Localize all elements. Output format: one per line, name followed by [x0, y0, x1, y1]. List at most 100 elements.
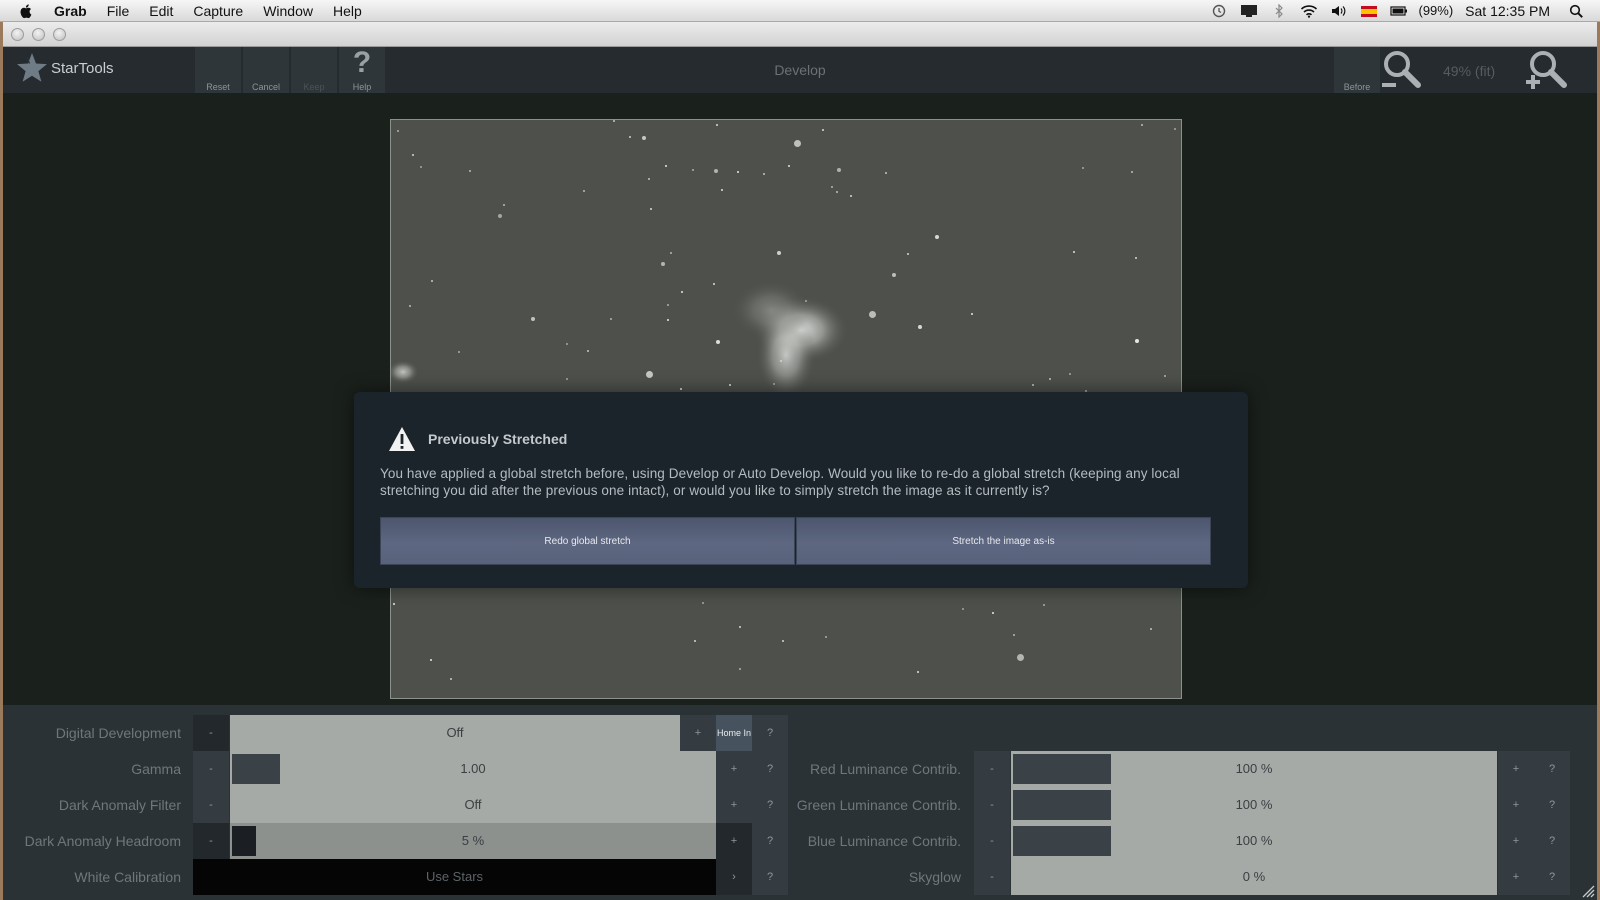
param-label: Dark Anomaly Headroom	[24, 833, 181, 849]
volume-icon[interactable]	[1330, 4, 1348, 18]
help-question-button[interactable]: ?	[1534, 751, 1570, 787]
spotlight-search-icon[interactable]	[1568, 4, 1586, 18]
param-dark-anomaly-headroom: Dark Anomaly Headroom - 5 % + ?	[3, 823, 793, 859]
stretch-as-is-button[interactable]: Stretch the image as-is	[796, 517, 1211, 565]
star-point	[782, 640, 784, 642]
star-point	[613, 120, 615, 122]
param-green-luminance: Green Luminance Contrib. - 100 % + ?	[793, 787, 1597, 823]
keep-button[interactable]: Keep	[291, 47, 337, 93]
zoom-in-icon[interactable]	[1523, 49, 1567, 91]
star-point	[794, 140, 801, 147]
star-point	[739, 626, 741, 628]
help-question-button[interactable]: ?	[752, 859, 788, 895]
menu-grab[interactable]: Grab	[44, 0, 97, 22]
increment-button[interactable]: +	[716, 823, 752, 859]
digital-development-slider[interactable]: Off	[230, 715, 680, 751]
star-point	[716, 340, 720, 344]
increment-button[interactable]: +	[716, 787, 752, 823]
param-label: Green Luminance Contrib.	[796, 797, 961, 813]
decrement-button[interactable]: -	[193, 715, 229, 751]
blue-luminance-slider[interactable]: 100 %	[1011, 823, 1497, 859]
param-value: 100 %	[1235, 833, 1273, 848]
help-question-button[interactable]: ?	[1534, 859, 1570, 895]
dark-anomaly-filter-slider[interactable]: Off	[230, 787, 716, 823]
help-question-button[interactable]: ?	[1534, 787, 1570, 823]
param-value: Off	[446, 725, 464, 740]
help-question-button[interactable]: ?	[1534, 823, 1570, 859]
before-button[interactable]: Before	[1334, 47, 1380, 93]
menu-file[interactable]: File	[97, 0, 140, 22]
minimize-window-button[interactable]	[32, 27, 45, 41]
home-in-button[interactable]: Home In	[716, 715, 752, 751]
decrement-button[interactable]: -	[193, 823, 229, 859]
star-point	[788, 165, 790, 167]
menu-help[interactable]: Help	[323, 0, 372, 22]
red-luminance-slider[interactable]: 100 %	[1011, 751, 1497, 787]
help-question-button[interactable]: ?	[752, 715, 788, 751]
decrement-button[interactable]: -	[193, 787, 229, 823]
menu-bar: Grab File Edit Capture Window Help (99%)…	[0, 0, 1600, 22]
battery-icon[interactable]	[1390, 4, 1408, 18]
bluetooth-icon[interactable]	[1270, 3, 1288, 18]
increment-button[interactable]: +	[680, 715, 716, 751]
redo-global-stretch-button[interactable]: Redo global stretch	[380, 517, 795, 565]
app-window: StarTools Reset Cancel Keep ? Help Devel…	[3, 22, 1597, 900]
increment-button[interactable]: +	[1498, 823, 1534, 859]
star-point	[917, 671, 919, 673]
star-point	[1017, 654, 1024, 661]
zoom-out-icon[interactable]	[1380, 49, 1424, 91]
cancel-button[interactable]: Cancel	[243, 47, 289, 93]
resize-grip-icon[interactable]	[1581, 884, 1595, 898]
decrement-button[interactable]: -	[193, 751, 229, 787]
menu-edit[interactable]: Edit	[139, 0, 183, 22]
reset-button[interactable]: Reset	[195, 47, 241, 93]
star-point	[566, 343, 568, 345]
wifi-icon[interactable]	[1300, 4, 1318, 18]
increment-button[interactable]: +	[1498, 751, 1534, 787]
increment-button[interactable]: +	[716, 751, 752, 787]
param-skyglow: Skyglow - 0 % + ?	[793, 859, 1597, 895]
decrement-button[interactable]: -	[974, 787, 1010, 823]
apple-icon[interactable]	[18, 3, 34, 19]
decrement-button[interactable]: -	[974, 751, 1010, 787]
dark-anomaly-headroom-slider[interactable]: 5 %	[230, 823, 716, 859]
parameters-panel: Digital Development - Off + Home In ? Ga…	[3, 705, 1597, 900]
star-point	[1043, 604, 1045, 606]
next-option-button[interactable]: ›	[716, 859, 752, 895]
display-icon[interactable]	[1240, 4, 1258, 18]
menu-window[interactable]: Window	[253, 0, 323, 22]
help-question-button[interactable]: ?	[752, 787, 788, 823]
help-button[interactable]: ? Help	[339, 47, 385, 93]
star-point	[420, 166, 422, 168]
green-luminance-slider[interactable]: 100 %	[1011, 787, 1497, 823]
decrement-button[interactable]: -	[974, 823, 1010, 859]
star-point	[971, 313, 973, 315]
skyglow-slider[interactable]: 0 %	[1011, 859, 1497, 895]
star-point	[837, 168, 841, 172]
decrement-button[interactable]: -	[974, 859, 1010, 895]
star-point	[737, 171, 739, 173]
menubar-clock[interactable]: Sat 12:35 PM	[1465, 3, 1550, 19]
white-calibration-selector[interactable]: Use Stars	[193, 859, 716, 895]
increment-button[interactable]: +	[1498, 859, 1534, 895]
star-point	[650, 208, 652, 210]
star-point	[836, 191, 838, 193]
star-point	[648, 178, 650, 180]
star-point	[1049, 378, 1051, 380]
zoom-window-button[interactable]	[53, 27, 66, 41]
dialog-message: You have applied a global stretch before…	[380, 466, 1180, 498]
time-machine-icon[interactable]	[1210, 4, 1228, 18]
input-flag-icon[interactable]	[1360, 4, 1378, 18]
star-point	[694, 640, 696, 642]
star-point	[729, 384, 731, 386]
menu-capture[interactable]: Capture	[183, 0, 253, 22]
help-question-button[interactable]: ?	[752, 751, 788, 787]
star-point	[918, 325, 922, 329]
previously-stretched-dialog: Previously Stretched You have applied a …	[354, 392, 1248, 588]
param-label: White Calibration	[74, 869, 181, 885]
help-question-button[interactable]: ?	[752, 823, 788, 859]
param-label: Red Luminance Contrib.	[810, 761, 961, 777]
gamma-slider[interactable]: 1.00	[230, 751, 716, 787]
close-window-button[interactable]	[11, 27, 24, 41]
increment-button[interactable]: +	[1498, 787, 1534, 823]
